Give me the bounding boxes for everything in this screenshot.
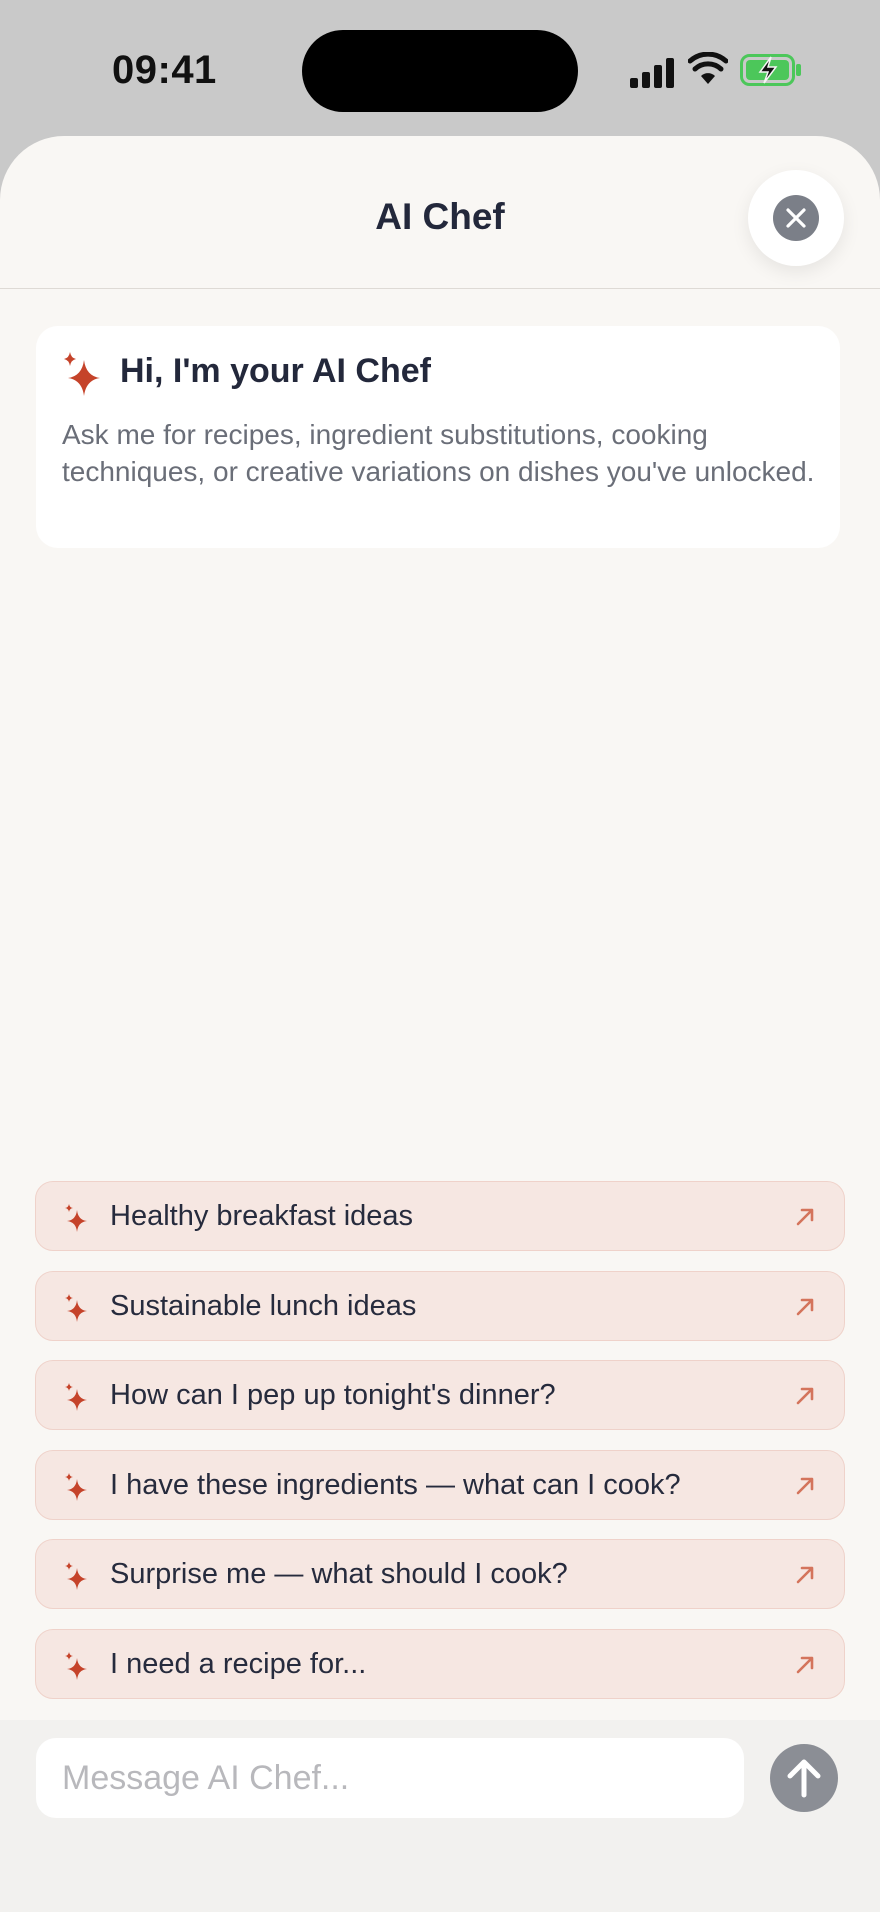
close-button[interactable] [748, 170, 844, 266]
arrow-up-right-icon [796, 1387, 814, 1405]
suggestion-label: Healthy breakfast ideas [110, 1200, 414, 1232]
arrow-up-icon [787, 1759, 821, 1798]
status-time: 09:41 [112, 48, 217, 92]
sparkle-icon [64, 352, 100, 396]
arrow-up-right-icon [796, 1656, 814, 1674]
suggestion-chip[interactable]: Sustainable lunch ideas [35, 1270, 845, 1341]
sparkle-icon [65, 1651, 87, 1680]
suggestion-chip[interactable]: I have these ingredients — what can I co… [35, 1449, 845, 1520]
suggestion-label: How can I pep up tonight's dinner? [110, 1379, 556, 1412]
welcome-description: Ask me for recipes, ingredient substitut… [62, 419, 815, 487]
wifi-icon [688, 52, 728, 84]
suggestion-label: Sustainable lunch ideas [110, 1289, 417, 1322]
welcome-card: Hi, I'm your AI Chef Ask me for recipes,… [36, 326, 840, 548]
suggestion-chip[interactable]: How can I pep up tonight's dinner? [35, 1360, 845, 1431]
sheet-header: AI Chef [0, 136, 880, 289]
suggestion-list: Healthy breakfast ideas Sustainable lunc… [35, 1181, 845, 1719]
sparkle-icon [65, 1562, 87, 1591]
send-button[interactable] [770, 1744, 838, 1812]
sparkle-icon [65, 1293, 87, 1322]
suggestion-label: I have these ingredients — what can I co… [110, 1468, 681, 1501]
status-bar: 09:41 [0, 0, 880, 140]
suggestion-chip[interactable]: Surprise me — what should I cook? [35, 1539, 845, 1610]
arrow-up-right-icon [796, 1298, 814, 1315]
suggestion-label: I need a recipe for... [110, 1647, 367, 1680]
arrow-up-right-icon [796, 1208, 814, 1226]
sparkle-icon [65, 1383, 87, 1412]
dynamic-island [302, 30, 578, 112]
message-composer [0, 1720, 880, 1912]
arrow-up-right-icon [796, 1477, 814, 1495]
ai-chef-sheet: AI Chef Hi, I'm your AI Chef Ask me for … [0, 136, 880, 1912]
sparkle-icon [65, 1204, 87, 1232]
close-icon [773, 195, 819, 241]
suggestion-chip[interactable]: Healthy breakfast ideas [35, 1181, 845, 1251]
signal-icon [630, 58, 674, 88]
battery-charging-icon [740, 54, 801, 86]
arrow-up-right-icon [796, 1567, 814, 1584]
welcome-title: Hi, I'm your AI Chef [120, 352, 431, 390]
message-input[interactable] [36, 1738, 744, 1818]
suggestion-chip[interactable]: I need a recipe for... [35, 1628, 845, 1699]
suggestion-label: Surprise me — what should I cook? [110, 1558, 568, 1591]
sparkle-icon [65, 1472, 87, 1501]
